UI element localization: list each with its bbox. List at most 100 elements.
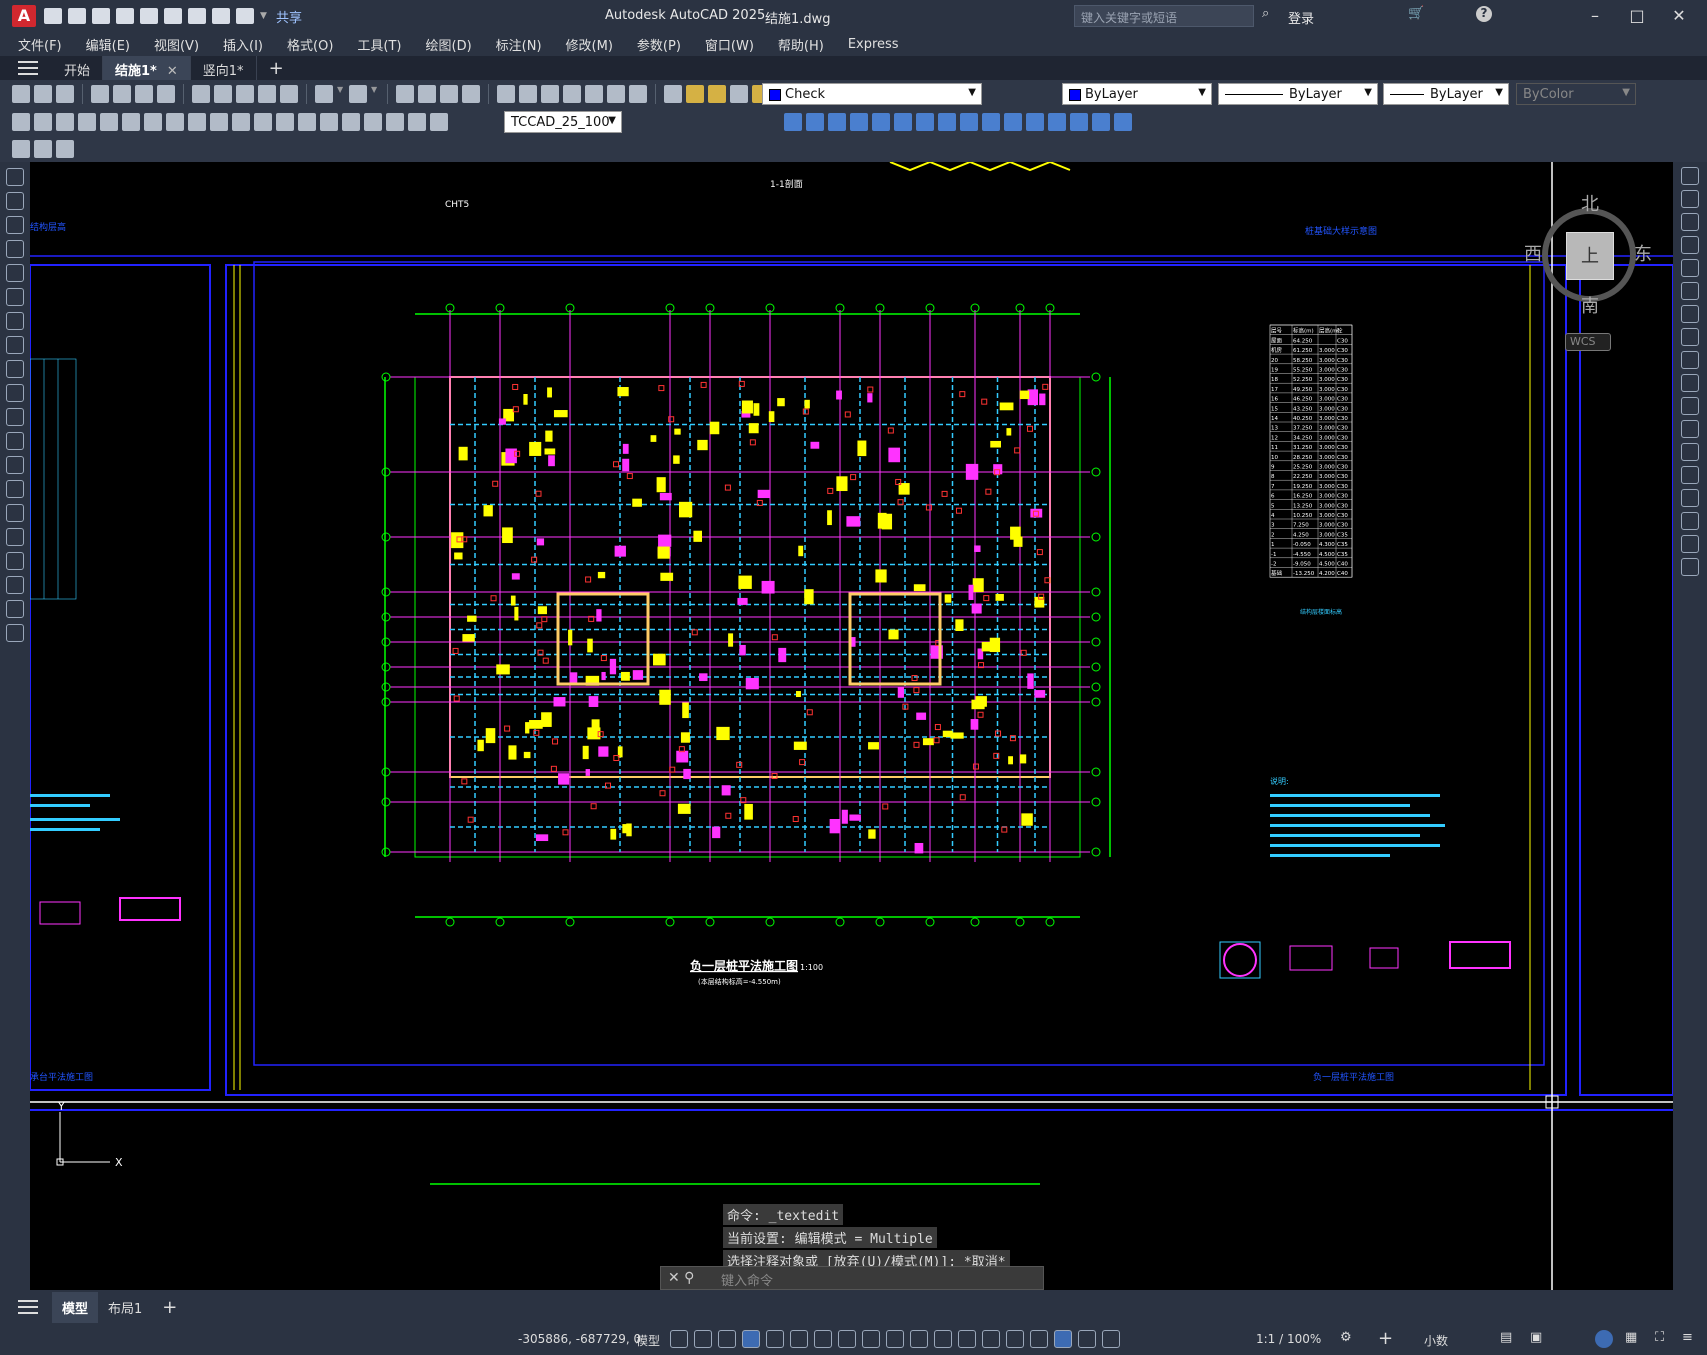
radius-icon[interactable] [100,113,118,131]
rotate-icon[interactable] [1681,305,1699,323]
menu-file[interactable]: 文件(F) [18,35,62,54]
menu-tools[interactable]: 工具(T) [357,35,401,54]
image-icon[interactable] [34,140,52,158]
selection-filter-icon[interactable] [1006,1330,1024,1348]
ellipse-arc-icon[interactable] [6,408,24,426]
continue-icon[interactable] [232,113,250,131]
add-selected-icon[interactable] [6,624,24,642]
layer-viewport-icon[interactable] [730,85,748,103]
ordinate-icon[interactable] [78,113,96,131]
mtext-icon[interactable] [6,600,24,618]
stretch-icon[interactable] [1681,351,1699,369]
join-icon[interactable] [1681,466,1699,484]
menu-window[interactable]: 窗口(W) [705,35,754,54]
snap-icon[interactable] [694,1330,712,1348]
dimension-update-icon[interactable] [430,113,448,131]
help-icon[interactable] [629,85,647,103]
arc-icon[interactable] [6,288,24,306]
3d-shell-icon[interactable] [1048,113,1066,131]
properties-icon[interactable] [497,85,515,103]
print-icon[interactable] [56,140,74,158]
minimize-button[interactable]: – [1575,4,1615,28]
command-input[interactable]: 键入命令 [660,1266,1044,1290]
file-tabs-menu-icon[interactable] [18,61,38,75]
line-icon[interactable] [6,168,24,186]
menu-dimension[interactable]: 标注(N) [496,35,542,54]
redo-icon[interactable] [349,85,367,103]
move-icon[interactable] [1681,282,1699,300]
3d-check-icon[interactable] [1114,113,1132,131]
menu-edit[interactable]: 编辑(E) [86,35,130,54]
blend-curves-icon[interactable] [1681,535,1699,553]
model-space-toggle[interactable]: 模型 [636,1332,660,1349]
3d-subtract-icon[interactable] [872,113,890,131]
3d-section-icon[interactable] [1026,113,1044,131]
aligned-dimension-icon[interactable] [34,113,52,131]
tab-layout1[interactable]: 布局1 [98,1292,152,1323]
3d-rotate-icon[interactable] [938,113,956,131]
calculator-icon[interactable] [607,85,625,103]
selection-cycling-icon[interactable] [934,1330,952,1348]
menu-view[interactable]: 视图(V) [154,35,199,54]
layout-menu-icon[interactable] [18,1300,38,1314]
polar-icon[interactable] [790,1330,808,1348]
menu-format[interactable]: 格式(O) [287,35,333,54]
construction-line-icon[interactable] [6,192,24,210]
3d-union-icon[interactable] [850,113,868,131]
new-file-icon[interactable] [44,8,62,24]
isolate-objects-icon[interactable] [1595,1330,1613,1348]
undo-icon[interactable] [315,85,333,103]
save-web-icon[interactable] [164,8,182,24]
layer-freeze-icon[interactable] [708,85,726,103]
plot-icon[interactable] [91,85,109,103]
gradient-icon[interactable] [6,528,24,546]
lineweight-select[interactable]: ByLayer ▼ [1383,83,1509,105]
transparency-icon[interactable] [910,1330,928,1348]
make-block-icon[interactable] [6,456,24,474]
open-icon[interactable] [34,85,52,103]
viewcube-top-face[interactable]: 上 [1566,232,1614,280]
search-icon[interactable]: ⌕ [1262,6,1269,21]
object-snap-icon[interactable] [862,1330,880,1348]
help-icon[interactable]: ? [1476,6,1492,22]
save-icon[interactable] [92,8,110,24]
chamfer-icon[interactable] [1681,489,1699,507]
paste-icon[interactable] [236,85,254,103]
3d-separate-icon[interactable] [1092,113,1110,131]
new-icon[interactable] [12,85,30,103]
cut-icon[interactable] [192,85,210,103]
offset-icon[interactable] [1681,236,1699,254]
menu-modify[interactable]: 修改(M) [566,35,613,54]
annotation-visibility-icon[interactable] [1054,1330,1072,1348]
jogged-icon[interactable] [122,113,140,131]
grid-icon[interactable] [670,1330,688,1348]
menu-parametric[interactable]: 参数(P) [637,35,681,54]
search-input[interactable]: 键入关键字或短语 [1074,5,1254,27]
undo-dropdown-icon[interactable]: ▼ [337,85,345,103]
customize-status-bar-icon[interactable]: ≡ [1682,1330,1693,1345]
pan-icon[interactable] [396,85,414,103]
spline-icon[interactable] [6,360,24,378]
save-icon[interactable] [56,85,74,103]
infer-icon[interactable] [718,1330,736,1348]
break-icon[interactable] [276,113,294,131]
tab-jieshi1[interactable]: 结施1* ✕ [103,56,191,80]
menu-help[interactable]: 帮助(H) [778,35,824,54]
units-select[interactable]: 小数 [1424,1332,1448,1349]
new-tab-button[interactable]: + [257,58,296,79]
layer-on-icon[interactable] [686,85,704,103]
plot-icon[interactable] [188,8,206,24]
space-icon[interactable] [254,113,272,131]
linear-dimension-icon[interactable] [12,113,30,131]
menu-express[interactable]: Express [848,37,899,52]
hatch-icon[interactable] [6,504,24,522]
3d-box-icon[interactable] [784,113,802,131]
3d-move-icon[interactable] [960,113,978,131]
insert-block-icon[interactable] [6,432,24,450]
compass-west[interactable]: 西 [1524,240,1542,266]
command-close-icon[interactable]: ✕ ⚲ [668,1270,694,1286]
dimension-text-edit-icon[interactable] [408,113,426,131]
tab-model[interactable]: 模型 [52,1291,99,1323]
sheet-set-icon[interactable] [563,85,581,103]
design-center-icon[interactable] [519,85,537,103]
